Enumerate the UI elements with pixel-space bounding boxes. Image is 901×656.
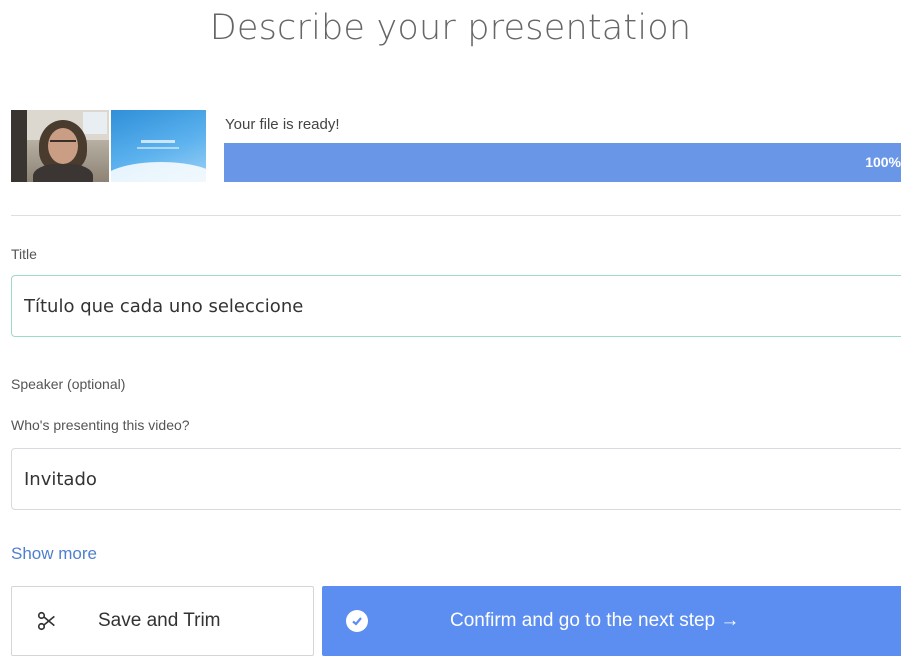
speaker-helper-text: Who's presenting this video? [11, 417, 190, 433]
page-title: Describe your presentation [209, 8, 692, 48]
speaker-field-label: Speaker (optional) [11, 376, 126, 392]
upload-progress-percent: 100% [865, 154, 901, 170]
upload-progress-bar: 100% [224, 143, 901, 182]
upload-progress-fill: 100% [224, 143, 901, 182]
confirm-next-step-label: Confirm and go to the next step → [450, 610, 740, 631]
confirm-next-step-button[interactable]: Confirm and go to the next step → [322, 586, 901, 656]
file-thumbnails [11, 110, 206, 182]
slide-thumbnail [111, 110, 206, 182]
title-input[interactable] [11, 275, 901, 337]
video-thumbnail [11, 110, 109, 182]
save-and-trim-label: Save and Trim [98, 610, 221, 631]
speaker-input[interactable] [11, 448, 901, 510]
section-divider [11, 215, 901, 216]
scissors-icon [37, 611, 55, 631]
upload-status-text: Your file is ready! [225, 116, 340, 133]
save-and-trim-button[interactable]: Save and Trim [11, 586, 314, 656]
show-more-link[interactable]: Show more [11, 544, 97, 564]
title-field-label: Title [11, 246, 37, 262]
check-circle-icon [346, 610, 368, 632]
